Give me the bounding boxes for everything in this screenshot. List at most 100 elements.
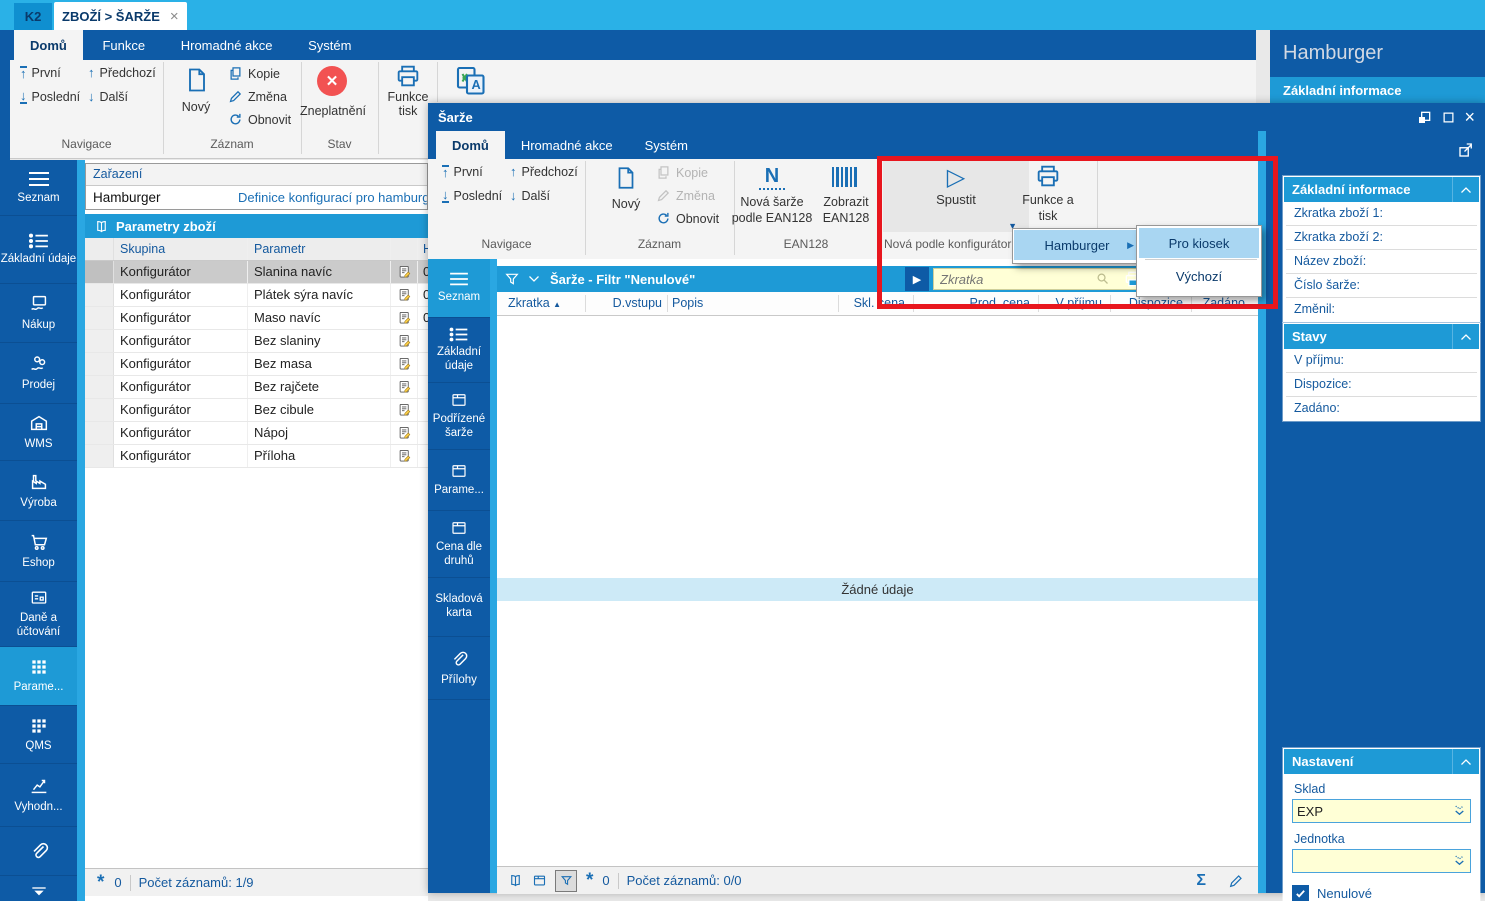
dialog-sidebar-podrizene-sarze[interactable]: Podřízené šarže	[428, 383, 490, 450]
note-icon[interactable]	[391, 445, 418, 467]
table-row[interactable]: Konfigurátor Maso navíc 0	[85, 307, 428, 330]
collapse-icon[interactable]	[1452, 177, 1479, 202]
close-icon[interactable]: ×	[1464, 108, 1475, 126]
column-parametr[interactable]: Parametr	[248, 238, 391, 260]
sidebar-item-nakup[interactable]: Nákup	[0, 284, 77, 343]
sum-icon[interactable]: Σ	[1196, 872, 1206, 890]
dialog-first-button[interactable]: ↑ První	[442, 165, 483, 179]
collapse-icon[interactable]	[1452, 324, 1479, 349]
sidebar-item-seznam[interactable]: Seznam	[0, 160, 77, 216]
translate-icon[interactable]: A	[452, 62, 488, 98]
document-tab[interactable]: ZBOŽÍ > ŠARŽE ×	[54, 2, 187, 30]
dialog-refresh-button[interactable]: Obnovit	[656, 211, 719, 226]
sidebar-item-prilohy[interactable]	[0, 827, 77, 876]
sidebar-item-dane-a-uctovani[interactable]: Daně a účtování	[0, 582, 77, 647]
table-row[interactable]: Konfigurátor Bez masa	[85, 353, 428, 376]
column-v-prijmu[interactable]: V příjmu	[1037, 292, 1102, 315]
dialog-last-button[interactable]: ↓ Poslední	[442, 188, 502, 203]
app-menu-tab[interactable]: K2	[14, 3, 52, 30]
sidebar-item-prodej[interactable]: Prodej	[0, 343, 77, 404]
chevron-down-icon[interactable]	[528, 275, 540, 283]
sidebar-item-parametry[interactable]: Parame...	[0, 647, 77, 706]
table-row[interactable]: Konfigurátor Plátek sýra navíc 0	[85, 284, 428, 307]
dialog-tab-hromadne-akce[interactable]: Hromadné akce	[505, 131, 629, 159]
column-skupina[interactable]: Skupina	[114, 238, 248, 260]
dialog-new-button[interactable]: Nový	[600, 197, 652, 211]
settings-section-header[interactable]: Nastavení	[1284, 749, 1479, 774]
dialog-change-button[interactable]: Změna	[656, 188, 715, 203]
note-icon[interactable]	[391, 284, 418, 306]
box-icon[interactable]	[532, 873, 547, 888]
table-header-row[interactable]: Skupina Parametr Hodnota	[85, 238, 428, 261]
table-row[interactable]: Konfigurátor Bez slaniny	[85, 330, 428, 353]
change-button[interactable]: Změna	[228, 89, 287, 104]
dialog-sidebar-zakladni-udaje[interactable]: Základní údaje	[428, 318, 490, 383]
note-icon[interactable]	[391, 353, 418, 375]
print-functions-button[interactable]: Funkce tisk	[382, 90, 434, 118]
asterisk-icon[interactable]: *	[97, 873, 104, 892]
menu-item-pro-kiosek[interactable]: Pro kiosek	[1139, 228, 1259, 258]
collapse-icon[interactable]	[1452, 749, 1479, 774]
dialog-tab-domu[interactable]: Domů	[436, 131, 505, 159]
dropdown-icon[interactable]	[1453, 805, 1466, 817]
dialog-copy-button[interactable]: Kopie	[656, 165, 708, 180]
parameters-panel-header[interactable]: Parametry zboží	[85, 214, 428, 238]
sidebar-item-wms[interactable]: WMS	[0, 404, 77, 461]
note-icon[interactable]	[391, 330, 418, 352]
preview-panel-subtitle[interactable]: Základní informace	[1270, 77, 1485, 103]
sidebar-item-zakladni-udaje[interactable]: Základní údaje	[0, 216, 77, 284]
next-button[interactable]: ↓ Další	[88, 90, 128, 104]
table-row[interactable]: Konfigurátor Nápoj	[85, 422, 428, 445]
sidebar-item-vyhodnoceni[interactable]: Vyhodn...	[0, 764, 77, 827]
sidebar-item-vyroba[interactable]: Výroba	[0, 461, 77, 521]
nenulove-checkbox[interactable]: Nenulové	[1292, 885, 1471, 901]
table-row[interactable]: Konfigurátor Slanina navíc 0	[85, 261, 428, 284]
funnel-icon[interactable]	[555, 869, 577, 892]
last-button[interactable]: ↓ Poslední	[20, 89, 80, 104]
dialog-next-button[interactable]: ↓ Další	[510, 189, 550, 203]
invalidate-button[interactable]: Zneplatnění	[297, 104, 369, 118]
play-icon[interactable]: ▶	[905, 267, 929, 291]
expand-icon[interactable]	[1457, 141, 1475, 159]
tab-close-icon[interactable]: ×	[170, 8, 179, 25]
table-row[interactable]: Konfigurátor Bez cibule	[85, 399, 428, 422]
column-zkratka[interactable]: Zkratka ▲	[508, 292, 561, 315]
table-row[interactable]: Konfigurátor Příloha	[85, 445, 428, 468]
dialog-sidebar-cena-dle-druhu[interactable]: Cena dle druhů	[428, 511, 490, 578]
functions-print-button[interactable]: Funkce a tisk	[1018, 193, 1078, 224]
refresh-button[interactable]: Obnovit	[228, 112, 291, 127]
classification-row[interactable]: Hamburger Definice konfigurací pro hambu…	[86, 186, 427, 209]
dialog-sidebar-seznam[interactable]: Seznam	[428, 259, 490, 318]
jednotka-combobox[interactable]	[1292, 849, 1471, 873]
menu-item-hamburger[interactable]: Hamburger ▶	[1014, 230, 1140, 260]
tab-funkce[interactable]: Funkce	[86, 30, 161, 60]
table-row[interactable]: Konfigurátor Bez rajčete	[85, 376, 428, 399]
column-skl-cena[interactable]: Skl. cena	[830, 292, 905, 315]
info-section-header[interactable]: Základní informace	[1284, 177, 1479, 202]
dropdown-icon[interactable]	[1453, 855, 1466, 867]
show-ean128-button[interactable]: Zobrazit EAN128	[810, 195, 882, 226]
note-icon[interactable]	[391, 307, 418, 329]
tab-domu[interactable]: Domů	[14, 30, 83, 60]
new-batch-ean128-button[interactable]: Nová šarže podle EAN128	[728, 195, 816, 226]
column-prod-cena[interactable]: Prod. cena	[955, 292, 1030, 315]
note-icon[interactable]	[391, 376, 418, 398]
sidebar-item-eshop[interactable]: Eshop	[0, 521, 77, 582]
dialog-sidebar-parametry[interactable]: Parame...	[428, 450, 490, 511]
column-dvstupu[interactable]: D.vstupu	[587, 292, 662, 315]
new-button[interactable]: Nový	[170, 100, 222, 114]
menu-item-vychozi[interactable]: Výchozí	[1139, 261, 1259, 291]
pencil-icon[interactable]	[1228, 873, 1244, 889]
states-section-header[interactable]: Stavy	[1284, 324, 1479, 349]
maximize-icon[interactable]	[1441, 110, 1456, 125]
column-hodnota[interactable]: Hodnota	[418, 238, 428, 260]
dialog-title-bar[interactable]: Šarže ×	[428, 103, 1485, 131]
dialog-sidebar-prilohy[interactable]: Přílohy	[428, 637, 490, 700]
sklad-combobox[interactable]: EXP	[1292, 799, 1471, 823]
tab-hromadne-akce[interactable]: Hromadné akce	[165, 30, 289, 60]
asterisk-icon[interactable]: *	[586, 871, 593, 890]
column-popis[interactable]: Popis	[672, 292, 703, 315]
dock-icon[interactable]	[1417, 109, 1433, 125]
note-icon[interactable]	[391, 261, 418, 283]
note-icon[interactable]	[391, 422, 418, 444]
